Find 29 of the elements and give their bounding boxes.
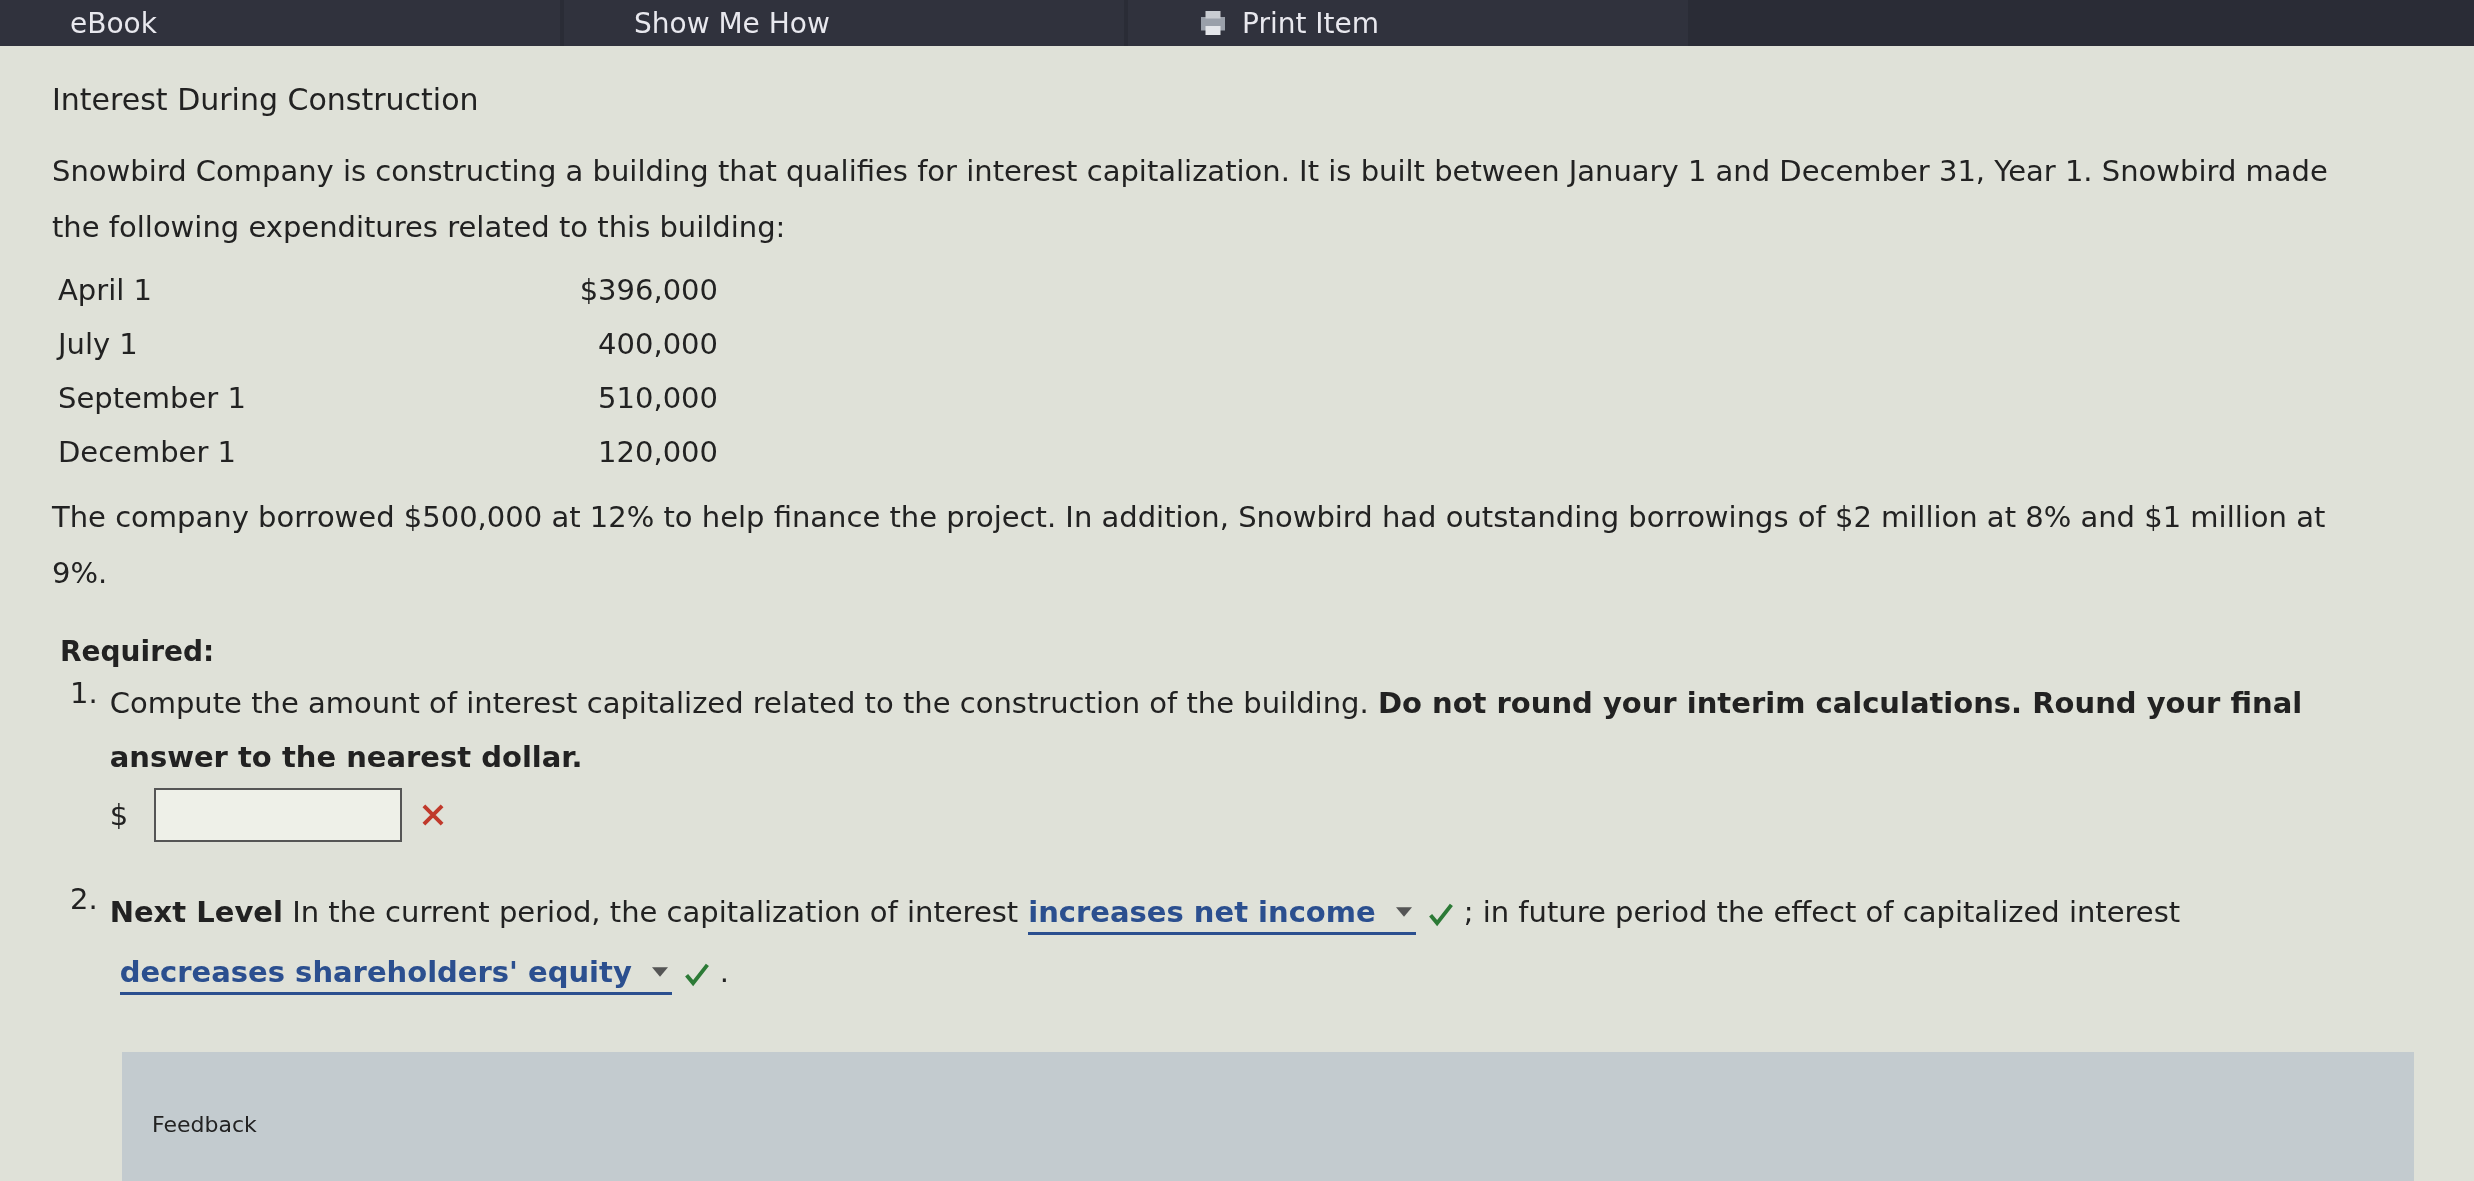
expenditure-amount: 510,000 [597, 381, 718, 415]
expenditure-date: December 1 [58, 435, 238, 469]
currency-sign: $ [109, 798, 130, 832]
answer-dropdown[interactable]: decreases shareholders' equity [119, 952, 672, 995]
expenditure-date: September 1 [58, 381, 247, 415]
question-text: Next Level In the current period, the capitalization of interest [109, 895, 1019, 929]
question-number: 1. [70, 676, 98, 712]
answer-field[interactable] [153, 788, 402, 842]
caret-icon [1395, 907, 1412, 917]
problem-text: Snowbird Company is constructing a building that qualifies for interest capitalization. It is built between January 1 and December 31, Year 1. Snowbird made the following expenditures related to this building: [52, 153, 2329, 246]
question-text: . [719, 955, 730, 989]
expenditure-amount: $396,000 [578, 273, 718, 307]
question-number: 2. [70, 882, 98, 918]
answer-dropdown[interactable]: increases net income [1028, 892, 1416, 935]
tab[interactable]: Print Item [1128, 0, 1688, 46]
tab[interactable]: eBook [0, 0, 560, 46]
required-heading: Required: [60, 635, 216, 668]
question-text: Compute the amount of interest capitalized related to the construction of the building. Do not round your interim calculations. Round your final answer to the nearest dollar. [109, 685, 2304, 776]
tab[interactable]: Show Me How [564, 0, 1124, 46]
expenditure-amount: 400,000 [597, 327, 718, 361]
problem-text: The company borrowed $500,000 at 12% to help finance the project. In addition, Snowbird had outstanding borrowings of $2 million at 8% and $1 million at 9%. [52, 499, 2327, 592]
caret-icon [651, 967, 668, 977]
expenditure-date: July 1 [58, 327, 139, 361]
expenditure-date: April 1 [58, 273, 153, 307]
printer-icon [1198, 8, 1228, 38]
feedback-label: Feedback [152, 1112, 257, 1137]
problem-title: Interest During Construction [52, 82, 480, 117]
question-text: ; in future period the effect of capitalized interest [1463, 895, 2181, 929]
expenditure-amount: 120,000 [597, 435, 718, 469]
